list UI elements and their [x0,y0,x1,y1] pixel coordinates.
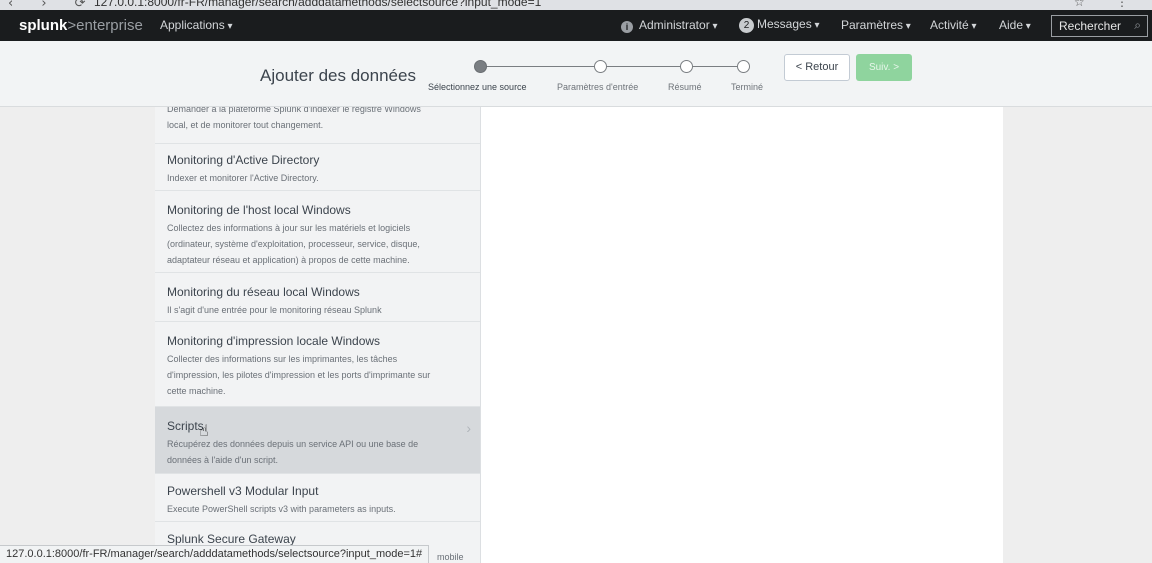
list-item-local-windows-network[interactable]: Monitoring du réseau local Windows Il s'… [155,273,480,322]
search-icon: ⌕ [1134,18,1141,32]
info-icon: i [621,21,633,33]
step-dot-done [737,60,750,73]
step-label-review: Résumé [668,82,702,92]
browser-toolbar: ‹ › ⟳ 127.0.0.1:8000/fr-FR/manager/searc… [0,0,1152,10]
messages-count-badge: 2 [739,18,754,33]
back-button[interactable]: < Retour [784,54,850,81]
page-title: Ajouter des données [260,66,416,85]
step-dot-select-source [474,60,487,73]
list-item-scripts[interactable]: Scripts Récupérez des données depuis un … [155,407,480,474]
chevron-right-icon: › [466,420,471,436]
link-status-bar: 127.0.0.1:8000/fr-FR/manager/search/addd… [0,545,430,563]
main-content: Demander à la plateforme Splunk d'indexe… [155,107,1003,563]
admin-menu[interactable]: i Administrator [621,18,718,33]
steps-connector [486,66,743,67]
browser-actions-icon[interactable]: ☆ ⋮ [1074,0,1142,9]
settings-menu[interactable]: Paramètres [841,18,911,32]
splunk-logo[interactable]: splunk>enterprise [19,17,143,34]
source-list[interactable]: Demander à la plateforme Splunk d'indexe… [155,107,481,563]
step-dot-input-settings [594,60,607,73]
add-data-wizard-header: Ajouter des données Sélectionnez une sou… [0,41,1152,107]
step-label-select-source: Sélectionnez une source [428,82,527,92]
list-item-powershell[interactable]: Powershell v3 Modular Input Execute Powe… [155,474,480,522]
help-menu[interactable]: Aide [999,18,1031,32]
address-bar[interactable]: 127.0.0.1:8000/fr-FR/manager/search/addd… [94,0,541,9]
next-button[interactable]: Suiv. > [856,54,912,81]
browser-nav-icons[interactable]: ‹ › ⟳ [8,0,98,10]
list-item-active-directory[interactable]: Monitoring d'Active Directory Indexer et… [155,144,480,191]
messages-menu[interactable]: 2 Messages [739,17,820,33]
search-input[interactable]: Rechercher ⌕ [1051,15,1148,37]
step-dot-review [680,60,693,73]
hand-cursor-icon: ☝ [199,421,209,440]
list-item-local-windows-host[interactable]: Monitoring de l'host local Windows Colle… [155,191,480,273]
list-item-local-windows-print[interactable]: Monitoring d'impression locale Windows C… [155,322,480,407]
applications-menu[interactable]: Applications [160,18,233,32]
step-label-input-settings: Paramètres d'entrée [557,82,639,92]
step-label-done: Terminé [731,82,764,92]
splunk-top-nav: splunk>enterprise Applications iAdminist… [0,10,1152,41]
activity-menu[interactable]: Activité [930,18,977,32]
list-item-windows-registry[interactable]: Demander à la plateforme Splunk d'indexe… [155,107,480,144]
